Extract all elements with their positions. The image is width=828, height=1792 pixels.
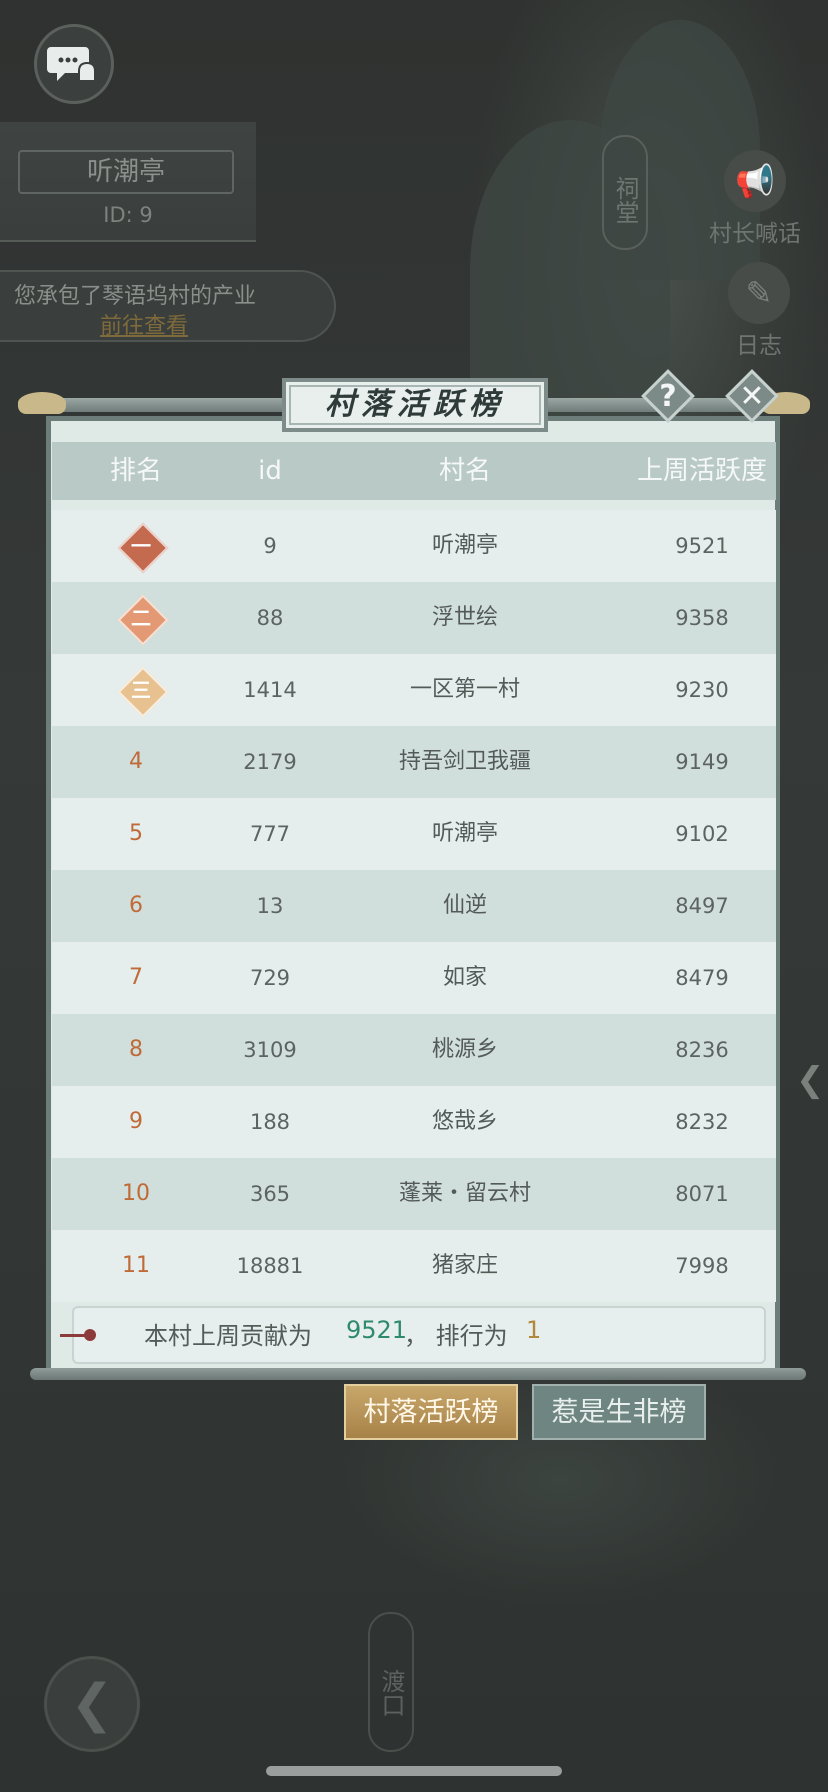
question-mark-icon: ? xyxy=(659,378,677,414)
summary-contribution-value: 9521 xyxy=(346,1316,408,1344)
header-rank: 排名 xyxy=(109,456,162,486)
table-row[interactable]: 二 88 浮世绘 9358 xyxy=(52,582,776,654)
back-button[interactable]: ❮ xyxy=(44,1656,140,1752)
row-village-name: 仙逆 xyxy=(442,893,487,918)
row-rank: 5 xyxy=(129,821,143,846)
row-id: 3109 xyxy=(243,1038,297,1062)
table-row[interactable]: 11 18881 猪家庄 7998 xyxy=(52,1230,776,1302)
close-icon: ✕ xyxy=(739,378,765,414)
row-id: 2179 xyxy=(243,750,297,774)
tab-troublemaker[interactable]: 惹是生非榜 xyxy=(532,1384,706,1440)
rank-1-medal-icon: 一 xyxy=(119,524,163,568)
header-last-week-activity: 上周活跃度 xyxy=(636,456,767,486)
table-row[interactable]: 5 777 听潮亭 9102 xyxy=(52,798,776,870)
scroll-bottom-rod xyxy=(30,1368,806,1380)
chat-bubble-icon xyxy=(47,47,96,82)
row-rank: 6 xyxy=(129,893,143,918)
home-indicator xyxy=(266,1766,562,1776)
row-village-name: 持吾剑卫我疆 xyxy=(398,749,531,774)
row-id: 88 xyxy=(256,606,284,630)
row-activity: 9102 xyxy=(675,822,729,846)
row-activity: 8479 xyxy=(675,966,729,990)
panel-title: 村落活跃榜 xyxy=(282,378,548,432)
row-activity: 8232 xyxy=(675,1110,729,1134)
back-arrow-icon: ❮ xyxy=(70,1674,114,1734)
summary-prefix: 本村上周贡献为 xyxy=(144,1322,312,1350)
summary-rank-value: 1 xyxy=(526,1316,542,1344)
row-id: 9 xyxy=(263,534,277,558)
industry-notice-text: 您承包了琴语坞村的产业 xyxy=(14,284,257,309)
row-activity: 9521 xyxy=(675,534,729,558)
summary-middle: ， 排行为 xyxy=(404,1322,508,1350)
table-row[interactable]: 三 1414 一区第一村 9230 xyxy=(52,654,776,726)
table-row[interactable]: 4 2179 持吾剑卫我疆 9149 xyxy=(52,726,776,798)
row-village-name: 一区第一村 xyxy=(409,677,520,702)
row-id: 188 xyxy=(249,1110,291,1134)
table-row[interactable]: 6 13 仙逆 8497 xyxy=(52,870,776,942)
ferry-button[interactable]: 渡口 xyxy=(368,1612,414,1752)
table-row[interactable]: 7 729 如家 8479 xyxy=(52,942,776,1014)
row-activity: 9149 xyxy=(675,750,729,774)
village-name[interactable]: 听潮亭 xyxy=(18,150,234,194)
row-activity: 9230 xyxy=(675,678,729,702)
table-row[interactable]: 一 9 听潮亭 9521 xyxy=(52,510,776,582)
chat-button[interactable] xyxy=(34,24,114,104)
row-id: 365 xyxy=(249,1182,291,1206)
go-view-link[interactable]: 前往查看 xyxy=(100,308,188,340)
row-rank: 4 xyxy=(129,749,143,774)
row-village-name: 蓬莱・留云村 xyxy=(398,1181,531,1206)
row-id: 729 xyxy=(249,966,291,990)
ancestral-hall-button[interactable]: 祠堂 xyxy=(602,135,648,250)
row-village-name: 如家 xyxy=(442,965,487,990)
row-activity: 7998 xyxy=(675,1254,729,1278)
header-id: id xyxy=(258,456,282,486)
row-village-name: 桃源乡 xyxy=(431,1037,498,1062)
row-rank: 10 xyxy=(122,1181,150,1206)
row-village-name: 浮世绘 xyxy=(431,605,498,630)
header-village-name: 村名 xyxy=(438,456,491,486)
row-activity: 8497 xyxy=(675,894,729,918)
table-row[interactable]: 10 365 蓬莱・留云村 8071 xyxy=(52,1158,776,1230)
scroll-quill-icon: ✎ xyxy=(728,262,790,324)
table-row[interactable]: 9 188 悠哉乡 8232 xyxy=(52,1086,776,1158)
rank-2-medal-icon: 二 xyxy=(119,596,163,640)
row-rank: 8 xyxy=(129,1037,143,1062)
chief-shout-label: 村长喊话 xyxy=(709,221,801,247)
row-id: 1414 xyxy=(243,678,297,702)
scroll-rod-end xyxy=(18,392,66,414)
leaderboard-rows: 一 9 听潮亭 9521 二 88 浮世绘 9358 三 1414 一区第一村 … xyxy=(52,510,776,1302)
table-row[interactable]: 8 3109 桃源乡 8236 xyxy=(52,1014,776,1086)
row-village-name: 听潮亭 xyxy=(431,821,498,846)
row-village-name: 悠哉乡 xyxy=(431,1109,498,1134)
village-id: ID: 9 xyxy=(103,203,153,227)
pin-icon xyxy=(60,1329,96,1341)
close-button[interactable]: ✕ xyxy=(726,370,778,422)
row-activity: 9358 xyxy=(675,606,729,630)
table-header: 排名 id 村名 上周活跃度 xyxy=(52,442,776,500)
megaphone-icon: 📢 xyxy=(724,150,786,212)
chief-shout-button[interactable]: 📢 村长喊话 xyxy=(700,150,810,248)
log-label: 日志 xyxy=(736,333,782,359)
row-id: 18881 xyxy=(236,1254,304,1278)
rank-3-medal-icon: 三 xyxy=(119,668,163,712)
row-id: 13 xyxy=(256,894,284,918)
expand-arrow-icon[interactable]: ❮ xyxy=(796,1060,825,1100)
row-rank: 7 xyxy=(129,965,143,990)
tab-village-activity[interactable]: 村落活跃榜 xyxy=(344,1384,518,1440)
row-id: 777 xyxy=(249,822,291,846)
row-village-name: 听潮亭 xyxy=(431,533,498,558)
row-rank: 9 xyxy=(129,1109,143,1134)
row-activity: 8071 xyxy=(675,1182,729,1206)
row-village-name: 猪家庄 xyxy=(431,1253,498,1278)
log-button[interactable]: ✎ 日志 xyxy=(704,262,814,360)
help-button[interactable]: ? xyxy=(642,370,694,422)
row-activity: 8236 xyxy=(675,1038,729,1062)
row-rank: 11 xyxy=(122,1253,150,1278)
